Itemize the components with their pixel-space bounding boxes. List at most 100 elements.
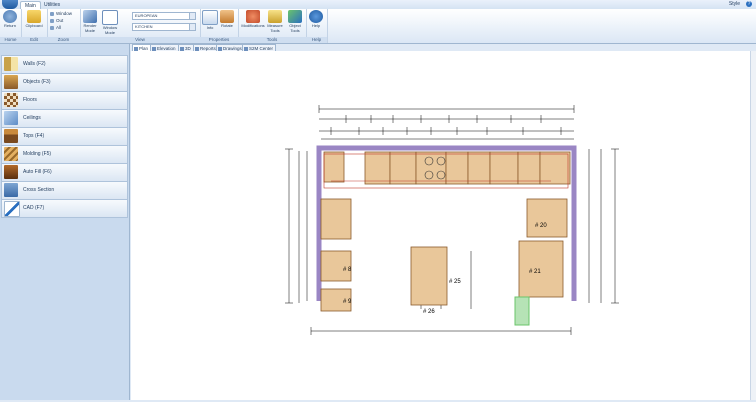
walls-icon <box>4 57 18 71</box>
modifications-button[interactable]: Modifications <box>241 10 265 29</box>
view-group: Render Mode Window Mode EUROPEAN KITCHEN… <box>80 9 201 43</box>
help-icon <box>309 10 323 23</box>
molding-icon <box>4 147 18 161</box>
rotate-icon <box>220 10 234 23</box>
application-menu-button[interactable] <box>2 0 18 9</box>
return-label: Return <box>3 23 16 28</box>
object-tools-label: Object Tools <box>289 23 301 33</box>
sidebar-item-label: Ceilings <box>23 115 41 121</box>
sidebar-item-label: Molding (F5) <box>23 151 52 157</box>
tools-group-label: Tools <box>238 37 306 43</box>
auto-fill-icon <box>4 165 18 179</box>
modifications-icon <box>246 10 260 23</box>
plan-icon <box>134 46 138 51</box>
help-button[interactable]: Help <box>306 10 326 29</box>
drawings-icon <box>218 46 222 51</box>
zoom-group-label: Zoom <box>47 37 80 43</box>
zoom-window-button[interactable]: Window <box>50 11 72 16</box>
cabinet-label-20: # 20 <box>535 223 547 229</box>
tops-icon <box>4 129 18 143</box>
help-group-label: Help <box>306 37 327 43</box>
reports-icon <box>195 46 199 51</box>
sidebar-item-label: Walls (F2) <box>23 61 46 67</box>
sidebar-item-cross-section[interactable]: Cross Section <box>1 181 128 200</box>
window-mode-label: Window Mode <box>102 25 118 35</box>
objects-icon <box>4 75 18 89</box>
measure-tools-button[interactable]: Measure Tools <box>265 10 285 33</box>
sidebar-item-label: CAD (F7) <box>23 205 45 211</box>
zoom-out-button[interactable]: Out <box>50 18 63 23</box>
vertical-scrollbar[interactable] <box>750 51 756 400</box>
properties-group: Info Rotate Properties <box>200 9 239 43</box>
3d-icon <box>180 46 184 51</box>
edit-group-label: Edit <box>21 37 47 43</box>
zoom-all-button[interactable]: All <box>50 25 61 30</box>
base-cabinets <box>320 151 571 312</box>
info-icon <box>202 10 218 25</box>
cabinet-label-8: # 8 <box>343 267 352 273</box>
sidebar-item-floors[interactable]: Floors <box>1 91 128 110</box>
home-group: Return Home <box>0 9 22 43</box>
cabinet-label-25: # 25 <box>449 279 461 285</box>
sidebar-item-label: Cross Section <box>23 187 55 193</box>
window-mode-icon <box>102 10 118 25</box>
cabinet-label-9: # 9 <box>343 299 352 305</box>
selected-cabinet[interactable] <box>514 296 530 326</box>
zoom-window-label: Window <box>56 11 73 16</box>
room-select-value: KITCHEN <box>135 24 153 29</box>
info-label: Info <box>206 25 214 30</box>
sidebar-item-label: Floors <box>23 97 37 103</box>
clipboard-button[interactable]: Clipboard <box>24 10 44 29</box>
cabinet-label-21: # 21 <box>529 269 541 275</box>
measure-icon <box>268 10 282 23</box>
render-mode-label: Render Mode <box>83 23 97 33</box>
clipboard-label: Clipboard <box>25 23 43 28</box>
object-tools-button[interactable]: Object Tools <box>285 10 305 33</box>
chevron-down-icon <box>189 13 195 19</box>
return-icon <box>3 10 17 23</box>
style-select-value: EUROPEAN <box>135 13 158 18</box>
sidebar-item-tops[interactable]: Tops (F4) <box>1 127 128 146</box>
view-group-label: View <box>80 37 200 43</box>
home-group-label: Home <box>0 37 21 43</box>
plan-canvas[interactable]: # 20 # 21 # 25 # 26 # 8 # 9 <box>131 51 756 400</box>
rotate-button[interactable]: Rotate <box>217 10 237 29</box>
help-label: Help <box>311 23 321 28</box>
tab-utilities[interactable]: Utilities <box>40 1 64 9</box>
render-mode-button[interactable]: Render Mode <box>80 10 100 33</box>
cad-icon <box>4 201 20 217</box>
edit-group: Clipboard Edit <box>21 9 48 43</box>
sidebar-item-walls[interactable]: Walls (F2) <box>1 55 128 74</box>
zoom-group: Window Out All Zoom <box>47 9 81 43</box>
rotate-label: Rotate <box>221 23 233 28</box>
style-select[interactable]: EUROPEAN <box>132 12 196 20</box>
s2m-center-icon <box>244 46 248 51</box>
chevron-down-icon <box>189 24 195 30</box>
sidebar-item-label: Objects (F3) <box>23 79 51 85</box>
window-mode-button[interactable]: Window Mode <box>100 10 120 35</box>
cabinet-label-26: # 26 <box>423 309 435 315</box>
cross-section-icon <box>4 183 18 197</box>
help-group: Help Help <box>306 9 328 43</box>
return-button[interactable]: Return <box>0 10 20 29</box>
zoom-window-icon <box>50 11 54 16</box>
sidebar-item-cad[interactable]: CAD (F7) <box>1 199 128 218</box>
sidebar-item-objects[interactable]: Objects (F3) <box>1 73 128 92</box>
modifications-label: Modifications <box>241 23 265 28</box>
room-select[interactable]: KITCHEN <box>132 23 196 31</box>
elevation-icon <box>152 46 156 51</box>
style-menu[interactable]: Style <box>729 1 740 7</box>
clipboard-icon <box>27 10 41 23</box>
sidebar-item-label: Auto Fill (F6) <box>23 169 52 175</box>
object-tools-icon <box>288 10 302 23</box>
sidebar-item-ceilings[interactable]: Ceilings <box>1 109 128 128</box>
help-icon[interactable]: ? <box>746 1 752 7</box>
floors-icon <box>4 93 18 107</box>
properties-group-label: Properties <box>200 37 238 43</box>
tool-sidebar: Walls (F2) Objects (F3) Floors Ceilings … <box>0 44 130 400</box>
sidebar-item-auto-fill[interactable]: Auto Fill (F6) <box>1 163 128 182</box>
sidebar-item-molding[interactable]: Molding (F5) <box>1 145 128 164</box>
zoom-out-icon <box>50 18 54 23</box>
tools-group: Modifications Measure Tools Object Tools… <box>238 9 307 43</box>
sidebar-item-label: Tops (F4) <box>23 133 45 139</box>
